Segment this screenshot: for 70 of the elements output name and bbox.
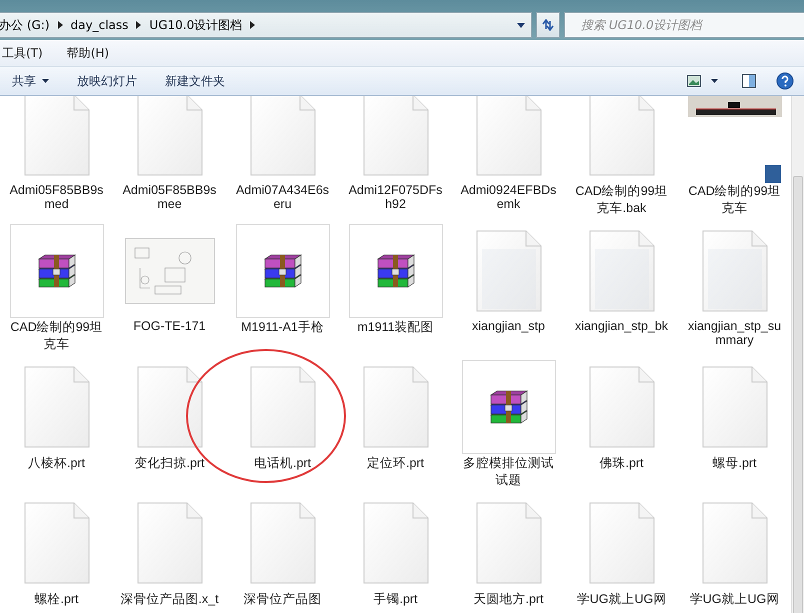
- file-icon: [136, 366, 202, 448]
- file-name[interactable]: CAD绘制的99坦克车: [684, 183, 784, 217]
- dropdown-icon[interactable]: [517, 22, 525, 28]
- view-icon[interactable]: [687, 75, 701, 87]
- toolbar-button[interactable]: 放映幻灯片: [63, 68, 151, 94]
- refresh-icon: [541, 19, 555, 31]
- file-name[interactable]: 手镯.prt: [346, 591, 446, 608]
- help-icon[interactable]: [776, 72, 794, 90]
- file-icon: [24, 96, 90, 176]
- file-name[interactable]: 螺母.prt: [684, 455, 784, 472]
- menu-item[interactable]: 工具(T): [2, 44, 43, 62]
- file-name[interactable]: 变化扫掠.prt: [120, 455, 220, 472]
- file-icon: [24, 366, 90, 448]
- file-name[interactable]: 螺栓.prt: [6, 591, 106, 608]
- file-name[interactable]: xiangjian_stp: [458, 319, 558, 333]
- search-field[interactable]: 搜索 UG10.0设计图档: [564, 12, 804, 38]
- menu-item[interactable]: 帮助(H): [66, 44, 110, 62]
- file-name[interactable]: 定位环.prt: [346, 455, 446, 472]
- file-icon: [24, 502, 90, 584]
- file-icon: [250, 502, 316, 584]
- file-name[interactable]: Admi12F075DFsh92: [346, 183, 446, 211]
- preview-pane-icon[interactable]: [742, 74, 756, 88]
- file-name[interactable]: m1911装配图: [346, 319, 446, 336]
- file-name[interactable]: 学UG就上UG网: [684, 591, 784, 608]
- toolbar-button[interactable]: 共享: [0, 68, 63, 94]
- file-name[interactable]: 深骨位产品图.x_t: [120, 591, 220, 608]
- file-icon: [250, 96, 316, 176]
- file-name[interactable]: 佛珠.prt: [572, 455, 672, 472]
- scroll-thumb[interactable]: [793, 176, 803, 613]
- file-icon: [362, 96, 428, 176]
- file-icon: [476, 96, 542, 176]
- file-icon: [362, 366, 428, 448]
- file-name[interactable]: Admi05F85BB9smee: [120, 183, 220, 211]
- file-name[interactable]: 八棱杯.prt: [6, 455, 106, 472]
- file-icon: [588, 366, 654, 448]
- breadcrumb[interactable]: day_class: [70, 18, 128, 32]
- file-icon: [702, 366, 768, 448]
- file-name[interactable]: 深骨位产品图: [232, 591, 332, 608]
- chevron-icon[interactable]: [250, 21, 256, 29]
- text-file-icon: [588, 230, 654, 312]
- toolbar-button[interactable]: 新建文件夹: [151, 68, 239, 94]
- file-icon: [588, 502, 654, 584]
- file-name[interactable]: Admi05F85BB9smed: [6, 183, 106, 211]
- refresh-button[interactable]: [536, 12, 560, 38]
- file-icon: [476, 502, 542, 584]
- file-icon: [136, 96, 202, 176]
- file-name[interactable]: CAD绘制的99坦克车.bak: [572, 183, 672, 217]
- scrollbar[interactable]: [791, 96, 804, 613]
- file-name[interactable]: FOG-TE-171: [120, 319, 220, 333]
- file-icon: [702, 502, 768, 584]
- file-name[interactable]: xiangjian_stp_bk: [572, 319, 672, 333]
- file-icon: [136, 502, 202, 584]
- file-name[interactable]: 天圆地方.prt: [458, 591, 558, 608]
- file-icon: [588, 96, 654, 176]
- file-name[interactable]: 学UG就上UG网: [572, 591, 672, 608]
- caret-icon[interactable]: [711, 79, 718, 83]
- breadcrumb[interactable]: UG10.0设计图档: [149, 16, 242, 34]
- file-name[interactable]: xiangjian_stp_summary: [684, 319, 784, 347]
- file-name[interactable]: M1911-A1手枪: [232, 319, 332, 336]
- file-name[interactable]: 电话机.prt: [232, 455, 332, 472]
- text-file-icon: [702, 230, 768, 312]
- file-name[interactable]: Admi0924EFBDsemk: [458, 183, 558, 211]
- chevron-icon[interactable]: [58, 21, 63, 29]
- chevron-icon[interactable]: [136, 21, 142, 29]
- file-name[interactable]: CAD绘制的99坦克车: [6, 319, 106, 353]
- file-icon: [250, 366, 316, 448]
- file-name[interactable]: Admi07A434E6seru: [232, 183, 332, 211]
- text-file-icon: [476, 230, 542, 312]
- file-icon: [362, 502, 428, 584]
- file-name[interactable]: 多腔模排位测试试题: [458, 455, 558, 489]
